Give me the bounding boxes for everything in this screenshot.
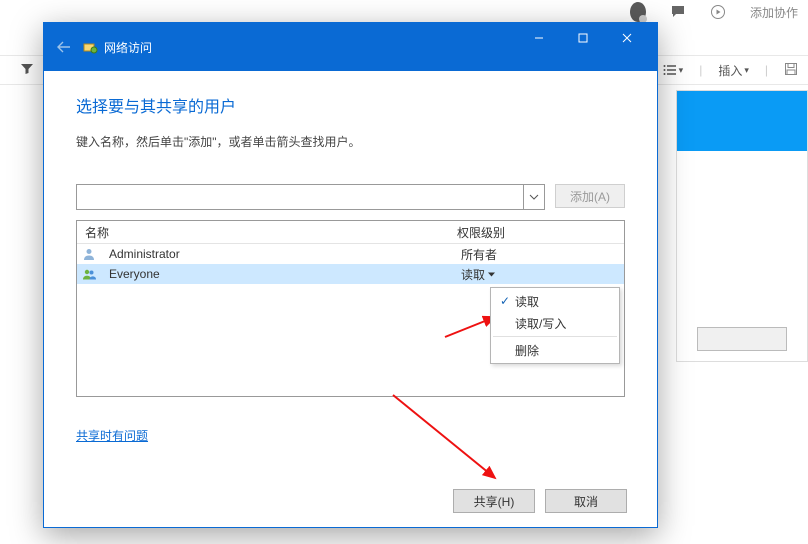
network-share-icon — [82, 39, 98, 55]
help-link[interactable]: 共享时有问题 — [76, 427, 148, 444]
bg-side-panel — [676, 90, 808, 362]
save-icon[interactable] — [784, 62, 798, 79]
list-header: 名称 权限级别 — [77, 221, 624, 244]
dialog-instruction: 键入名称，然后单击"添加"，或者单击箭头查找用户。 — [76, 133, 625, 150]
row-name: Administrator — [101, 244, 457, 264]
avatar-icon[interactable] — [630, 4, 646, 20]
close-button[interactable] — [605, 23, 649, 53]
list-control[interactable]: ▾ — [663, 63, 684, 77]
comment-icon[interactable] — [670, 4, 686, 20]
dialog-heading: 选择要与其共享的用户 — [76, 93, 625, 117]
cancel-button[interactable]: 取消 — [545, 489, 627, 513]
user-icon — [81, 246, 97, 262]
titlebar: 网络访问 — [44, 23, 657, 71]
bg-panel-button[interactable] — [697, 327, 787, 351]
caret-down-icon — [487, 270, 496, 279]
dialog-title: 网络访问 — [104, 39, 517, 56]
table-row[interactable]: Administrator 所有者 — [77, 244, 624, 264]
menu-item-read[interactable]: ✓ 读取 — [493, 290, 617, 312]
check-icon: ✓ — [495, 294, 515, 308]
permission-menu: ✓ 读取 读取/写入 删除 — [490, 287, 620, 364]
menu-separator — [493, 336, 617, 337]
minimize-button[interactable] — [517, 23, 561, 53]
row-name: Everyone — [101, 264, 457, 284]
insert-menu[interactable]: 插入▾ — [718, 62, 749, 79]
maximize-button[interactable] — [561, 23, 605, 53]
add-button[interactable]: 添加(A) — [555, 184, 625, 208]
column-permission[interactable]: 权限级别 — [453, 221, 624, 243]
chevron-down-icon[interactable] — [523, 185, 544, 209]
user-combobox[interactable] — [76, 184, 545, 210]
network-access-dialog: 网络访问 选择要与其共享的用户 键入名称，然后单击"添加"，或者单击箭头查找用户… — [43, 22, 658, 528]
filter-icon[interactable] — [20, 62, 34, 79]
users-icon — [81, 266, 97, 282]
menu-item-readwrite[interactable]: 读取/写入 — [493, 312, 617, 334]
menu-item-delete[interactable]: 删除 — [493, 339, 617, 361]
add-collaborator-label[interactable]: 添加协作 — [750, 4, 798, 21]
user-input[interactable] — [77, 190, 523, 204]
table-row[interactable]: Everyone 读取 — [77, 264, 624, 284]
play-icon[interactable] — [710, 4, 726, 20]
column-name[interactable]: 名称 — [77, 221, 453, 243]
row-perm-dropdown[interactable]: 读取 — [457, 263, 624, 286]
back-icon[interactable] — [52, 35, 76, 59]
share-button[interactable]: 共享(H) — [453, 489, 535, 513]
